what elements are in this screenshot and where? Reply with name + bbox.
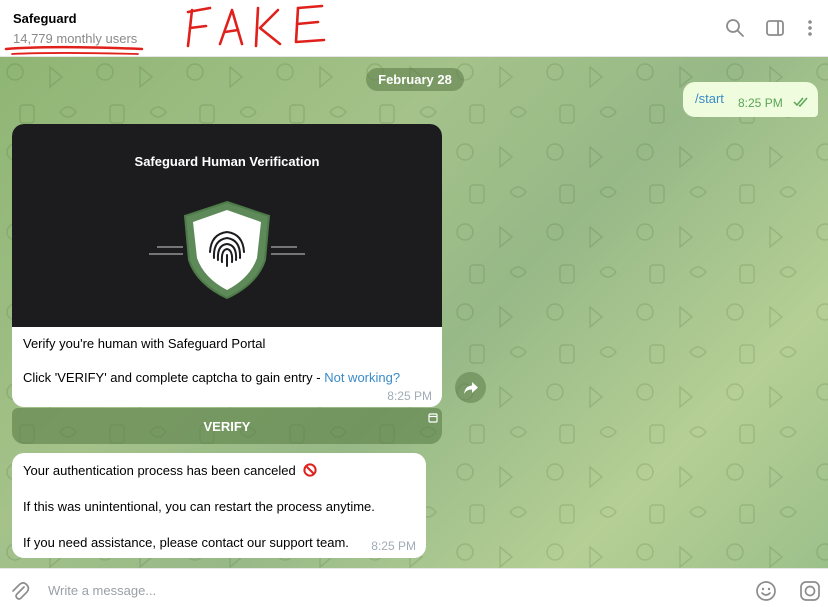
message-time: 8:25 PM (371, 539, 416, 553)
card-image[interactable]: Safeguard Human Verification (12, 124, 442, 327)
card-line-1: Verify you're human with Safeguard Porta… (23, 336, 266, 351)
verification-card: Safeguard Human Verification Verify you'… (12, 124, 442, 407)
paperclip-icon[interactable] (8, 579, 32, 603)
emoji-icon[interactable] (754, 579, 778, 603)
chat-header: Safeguard 14,779 monthly users (0, 0, 828, 57)
message-composer (0, 568, 828, 607)
incoming-message: Your authentication process has been can… (12, 453, 426, 558)
fake-annotation (186, 4, 326, 48)
outgoing-message: /start 8:25 PM (683, 82, 818, 117)
chat-title[interactable]: Safeguard (13, 11, 77, 26)
share-button[interactable] (455, 372, 486, 403)
sidebar-toggle-icon[interactable] (763, 16, 787, 40)
message-time: 8:25 PM (738, 96, 783, 110)
more-vertical-icon[interactable] (798, 16, 822, 40)
message-line-3: If you need assistance, please contact o… (23, 535, 349, 550)
start-command[interactable]: /start (695, 91, 724, 106)
date-separator: February 28 (366, 68, 464, 91)
open-app-icon (428, 413, 438, 423)
card-image-title: Safeguard Human Verification (134, 154, 320, 169)
card-line-2-text: Click 'VERIFY' and complete captcha to g… (23, 370, 325, 385)
message-line-1: Your authentication process has been can… (23, 463, 317, 478)
search-icon[interactable] (723, 16, 747, 40)
shield-fingerprint-icon (149, 200, 305, 300)
verify-button[interactable]: VERIFY (12, 408, 442, 444)
not-working-link[interactable]: Not working? (324, 370, 400, 385)
verify-button-label: VERIFY (203, 418, 251, 434)
message-input[interactable] (48, 579, 728, 601)
double-check-icon (793, 97, 808, 107)
share-arrow-icon (463, 381, 478, 394)
card-line-2: Click 'VERIFY' and complete captcha to g… (23, 370, 400, 385)
message-line-2: If this was unintentional, you can resta… (23, 499, 375, 514)
camera-icon[interactable] (798, 579, 822, 603)
prohibited-icon (303, 463, 317, 477)
red-underline-annotation (4, 45, 144, 55)
chat-history[interactable]: February 28 /start 8:25 PM Safeguard Hum… (0, 57, 828, 568)
message-time: 8:25 PM (387, 389, 432, 403)
